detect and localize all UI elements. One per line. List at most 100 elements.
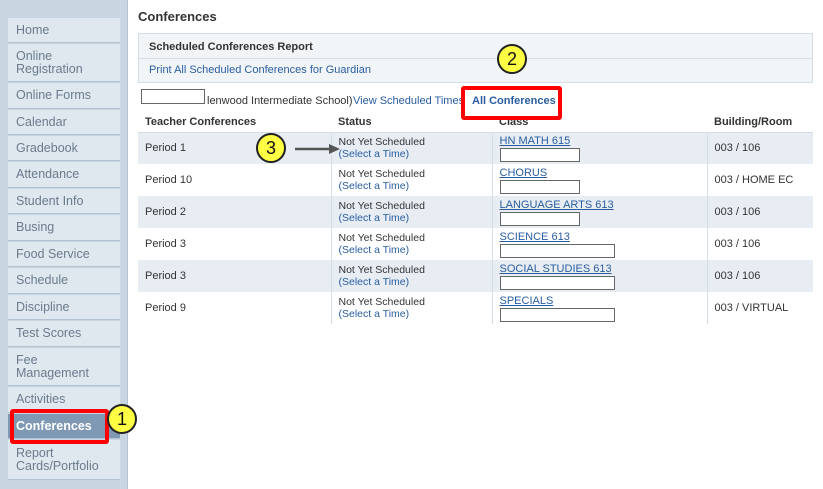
- view-scheduled-times-link[interactable]: View Scheduled Times: [353, 95, 464, 107]
- redacted-student-name: [141, 89, 205, 104]
- sidebar-item-label: Schedule: [16, 273, 69, 287]
- sidebar-item-calendar[interactable]: Calendar: [8, 110, 120, 135]
- select-time-link[interactable]: (Select a Time): [339, 276, 410, 288]
- sidebar-item-label: Fee Management: [16, 352, 89, 380]
- class-link[interactable]: CHORUS: [500, 167, 548, 179]
- header-teacher-conferences: Teacher Conferences: [138, 112, 331, 133]
- period-cell: Period 10: [138, 164, 332, 196]
- sidebar-item-attendance[interactable]: Attendance: [8, 162, 120, 188]
- room-cell: 003 / VIRTUAL: [707, 292, 813, 324]
- sidebar-item-label: Calendar: [16, 114, 67, 129]
- class-link[interactable]: HN MATH 615: [500, 135, 571, 147]
- sidebar-item-label: Busing: [16, 220, 55, 234]
- highlight-conferences: [10, 409, 109, 444]
- sidebar-item-label: Report Cards/Portfolio: [16, 445, 99, 473]
- room-cell: 003 / 106: [707, 132, 813, 164]
- sidebar-item-label: Home: [16, 22, 50, 37]
- top-strip: [128, 0, 823, 29]
- status-cell: Not Yet Scheduled (Select a Time): [331, 260, 493, 292]
- table-row: Period 2 Not Yet Scheduled (Select a Time…: [138, 196, 813, 228]
- report-title: Scheduled Conferences Report: [149, 41, 313, 53]
- redacted-teacher-name: [499, 211, 580, 226]
- room-cell: 003 / 106: [707, 196, 813, 228]
- status-text: Not Yet Scheduled: [338, 167, 425, 180]
- sidebar-item-label: Attendance: [16, 167, 80, 181]
- status-text: Not Yet Scheduled: [338, 135, 425, 148]
- period-cell: Period 2: [138, 196, 332, 228]
- sidebar-item-test-scores[interactable]: Test Scores: [8, 321, 120, 347]
- sidebar-item-discipline[interactable]: Discipline: [8, 295, 120, 320]
- period-cell: Period 3: [138, 260, 332, 292]
- sidebar-item-label: Discipline: [16, 299, 70, 314]
- table-row: Period 1 Not Yet Scheduled (Select a Time…: [138, 132, 813, 164]
- select-time-link[interactable]: (Select a Time): [339, 244, 410, 256]
- redacted-teacher-name: [499, 179, 580, 194]
- table-row: Period 3 Not Yet Scheduled (Select a Time…: [138, 228, 813, 260]
- select-time-link[interactable]: (Select a Time): [339, 308, 410, 320]
- sidebar-item-report-cards[interactable]: Report Cards/Portfolio: [8, 440, 120, 480]
- sidebar-item-label: Student Info: [16, 193, 84, 208]
- sidebar-item-label: Online Forms: [16, 88, 92, 102]
- highlight-all-conferences: [461, 86, 562, 120]
- callout-step-1: 1: [107, 404, 137, 434]
- callout-step-2: 2: [497, 44, 527, 74]
- status-cell: Not Yet Scheduled (Select a Time): [331, 132, 493, 164]
- school-name: lenwood Intermediate School): [207, 95, 353, 107]
- status-cell: Not Yet Scheduled (Select a Time): [331, 196, 493, 228]
- table-row: Period 9 Not Yet Scheduled (Select a Time…: [138, 292, 813, 324]
- class-cell: CHORUS: [492, 164, 708, 196]
- class-cell: SOCIAL STUDIES 613: [492, 260, 708, 292]
- redacted-teacher-name: [499, 243, 615, 258]
- status-text: Not Yet Scheduled: [338, 295, 425, 308]
- sidebar-item-busing[interactable]: Busing: [8, 215, 120, 241]
- sidebar-item-online-forms[interactable]: Online Forms: [8, 83, 120, 109]
- redacted-teacher-name: [499, 275, 615, 290]
- redacted-teacher-name: [499, 307, 615, 322]
- sidebar-item-home[interactable]: Home: [8, 18, 120, 43]
- select-time-link[interactable]: (Select a Time): [339, 180, 410, 192]
- class-cell: LANGUAGE ARTS 613: [492, 196, 708, 228]
- sidebar-item-online-registration[interactable]: Online Registration: [8, 44, 120, 82]
- period-cell: Period 3: [138, 228, 332, 260]
- report-panel: Scheduled Conferences Report Print All S…: [138, 33, 813, 83]
- status-cell: Not Yet Scheduled (Select a Time): [331, 228, 493, 260]
- sidebar-item-label: Test Scores: [16, 326, 82, 340]
- class-cell: HN MATH 615: [492, 132, 708, 164]
- table-row: Period 10 Not Yet Scheduled (Select a Tim…: [138, 164, 813, 196]
- class-link[interactable]: SCIENCE 613: [500, 231, 570, 243]
- page-title: Conferences: [138, 9, 217, 24]
- sidebar-item-fee-management[interactable]: Fee Management: [8, 348, 120, 386]
- status-cell: Not Yet Scheduled (Select a Time): [331, 292, 493, 324]
- arrow-icon: [295, 144, 340, 154]
- class-link[interactable]: LANGUAGE ARTS 613: [500, 199, 614, 211]
- select-time-link[interactable]: (Select a Time): [339, 148, 410, 160]
- status-text: Not Yet Scheduled: [338, 263, 425, 276]
- class-link[interactable]: SPECIALS: [500, 295, 554, 307]
- print-conferences-link[interactable]: Print All Scheduled Conferences for Guar…: [149, 64, 371, 76]
- status-cell: Not Yet Scheduled (Select a Time): [331, 164, 493, 196]
- sidebar-item-label: Gradebook: [16, 140, 78, 155]
- class-cell: SPECIALS: [492, 292, 708, 324]
- sidebar-item-schedule[interactable]: Schedule: [8, 268, 120, 294]
- room-cell: 003 / HOME EC: [707, 164, 813, 196]
- class-link[interactable]: SOCIAL STUDIES 613: [500, 263, 612, 275]
- sidebar-item-label: Online Registration: [16, 48, 83, 76]
- sidebar-item-label: Activities: [16, 392, 66, 406]
- room-cell: 003 / 106: [707, 228, 813, 260]
- divider: [139, 58, 812, 59]
- table-row: Period 3 Not Yet Scheduled (Select a Time…: [138, 260, 813, 292]
- period-cell: Period 9: [138, 292, 332, 324]
- redacted-teacher-name: [499, 147, 580, 162]
- sidebar-item-label: Food Service: [16, 246, 90, 261]
- room-cell: 003 / 106: [707, 260, 813, 292]
- select-time-link[interactable]: (Select a Time): [339, 212, 410, 224]
- status-text: Not Yet Scheduled: [338, 199, 425, 212]
- status-text: Not Yet Scheduled: [338, 231, 425, 244]
- sidebar-item-student-info[interactable]: Student Info: [8, 189, 120, 214]
- conferences-table: Teacher Conferences Status Class Buildin…: [138, 112, 813, 324]
- class-cell: SCIENCE 613: [492, 228, 708, 260]
- callout-step-3: 3: [256, 133, 286, 163]
- sidebar-item-food-service[interactable]: Food Service: [8, 242, 120, 267]
- sidebar-item-gradebook[interactable]: Gradebook: [8, 136, 120, 161]
- header-building-room: Building/Room: [707, 112, 813, 133]
